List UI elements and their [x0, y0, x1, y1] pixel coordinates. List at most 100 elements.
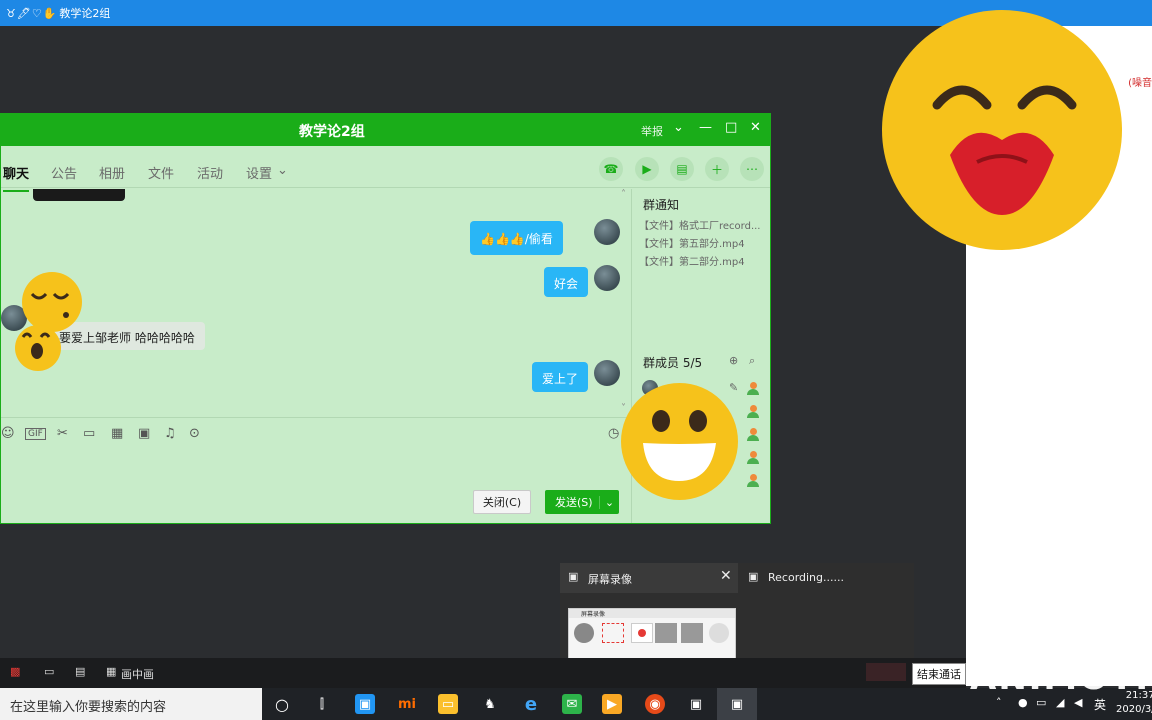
preview-header — [560, 563, 738, 593]
tab-settings[interactable]: 设置 — [246, 163, 272, 182]
task-view-icon[interactable]: ⫿ — [312, 694, 332, 714]
message-bubble[interactable]: 好会 — [544, 267, 589, 297]
grin-emoji — [621, 383, 738, 500]
file-explorer-icon[interactable]: ▭ — [438, 694, 458, 714]
gif-icon[interactable]: GIF — [25, 428, 46, 440]
add-app-icon[interactable]: ＋ — [705, 157, 729, 181]
settings-chevron-icon[interactable]: ⌄ — [277, 163, 288, 178]
doc-icon[interactable]: ▦ — [111, 426, 123, 441]
kiss-emoji — [882, 10, 1122, 250]
tab-album[interactable]: 相册 — [99, 163, 125, 182]
avatar[interactable] — [594, 265, 620, 291]
active-taskbar-item[interactable]: ▣ — [717, 688, 757, 720]
chat-title: 教学论2组 — [299, 124, 365, 140]
camera-off-icon[interactable]: ▩ — [10, 665, 20, 678]
member-icon[interactable] — [746, 451, 760, 465]
recording-status: Recording...... — [768, 571, 844, 584]
tab-announcement[interactable]: 公告 — [51, 163, 77, 182]
maximize-icon[interactable]: □ — [725, 120, 737, 135]
yawn-emoji — [15, 325, 61, 371]
chevron-down-icon[interactable]: ⌄ — [673, 120, 684, 135]
member-icon[interactable] — [746, 474, 760, 488]
close-icon[interactable]: ✕ — [720, 568, 732, 584]
search-input[interactable]: 在这里输入你要搜索的内容 — [0, 688, 262, 720]
avatar[interactable] — [594, 219, 620, 245]
noise-label: (噪音 — [1128, 78, 1152, 89]
folder-icon[interactable]: ▭ — [83, 426, 95, 441]
recorder-icon: ▣ — [568, 570, 579, 583]
edge-icon[interactable]: e — [521, 694, 541, 715]
webcam-icon — [574, 623, 594, 643]
call-control-bar: ▩ ▭ ▤ ▦ 画中画 结束通话 — [0, 658, 966, 688]
end-call-button[interactable]: 结束通话 — [912, 663, 966, 685]
ime-indicator[interactable]: 英 — [1094, 696, 1106, 713]
chat-title-bar: 教学论2组 举报 ⌄ — □ ✕ — [1, 114, 770, 146]
image-icon[interactable]: ▣ — [138, 426, 150, 441]
pause-icon — [655, 623, 677, 643]
bell-icon[interactable]: ♫ — [164, 426, 176, 441]
more-icon[interactable]: ⋯ — [740, 157, 764, 181]
notice-title: 群通知 — [643, 198, 680, 212]
chat-tabs: 聊天 公告 相册 文件 活动 设置 ⌄ ☎ ▶ ▤ ＋ ⋯ — [1, 146, 770, 192]
video-call-icon[interactable]: ▶ — [635, 157, 659, 181]
tab-chat[interactable]: 聊天 — [3, 163, 30, 192]
report-link[interactable]: 举报 — [641, 123, 663, 139]
mute-button[interactable] — [866, 663, 906, 681]
pip-icon[interactable]: ▦ — [106, 665, 116, 678]
window-title: 教学论2组 — [59, 7, 111, 20]
browser-icon[interactable]: ◉ — [645, 694, 665, 714]
send-label: 发送(S) — [555, 496, 593, 509]
chevron-down-icon[interactable]: ⌄ — [599, 495, 619, 509]
recorder-title: 屏幕录像 — [588, 573, 632, 586]
member-icon[interactable] — [746, 428, 760, 442]
notice-item[interactable]: 【文件】格式工厂record... — [639, 217, 760, 232]
pip-label[interactable]: 画中画 — [121, 666, 154, 682]
recorder-icon: ▣ — [748, 570, 759, 583]
screen-share-icon[interactable]: ▤ — [670, 157, 694, 181]
mi-icon[interactable]: mi — [397, 694, 417, 714]
screen-share-icon[interactable]: ▭ — [44, 665, 54, 678]
minimize-icon[interactable]: — — [699, 120, 712, 135]
message-list: ˄ 👍👍👍/偷看 好会 要爱上邹老师 哈哈哈哈哈 爱上了 ˅ — [1, 189, 631, 417]
scroll-up-icon[interactable]: ˄ — [621, 189, 626, 200]
message-bubble[interactable]: 爱上了 — [532, 362, 589, 392]
notice-item[interactable]: 【文件】第五部分.mp4 — [639, 235, 745, 250]
qq-icon[interactable]: ♞ — [480, 694, 500, 714]
date: 2020/3/ — [1116, 704, 1152, 715]
window-thumbnail[interactable]: 屏幕录像 — [568, 608, 736, 662]
settings-icon — [709, 623, 729, 643]
members-title: 群成员 5/5 — [643, 356, 703, 370]
voice-call-icon[interactable]: ☎ — [599, 157, 623, 181]
watermark-brand: ANIMOTIC — [970, 658, 1152, 698]
chat-icon[interactable]: ▤ — [75, 665, 85, 678]
notice-item[interactable]: 【文件】第二部分.mp4 — [639, 253, 745, 268]
thumb-title: 屏幕录像 — [569, 609, 735, 618]
member-icon[interactable] — [746, 405, 760, 419]
scissors-icon[interactable]: ✂ — [57, 426, 68, 441]
emoji-icon[interactable]: ☺ — [1, 426, 15, 441]
send-button[interactable]: 发送(S) ⌄ — [545, 490, 619, 514]
message-bubble[interactable]: 👍👍👍/偷看 — [470, 221, 563, 255]
close-icon[interactable]: ✕ — [750, 120, 761, 135]
member-icon[interactable] — [746, 382, 760, 396]
sleepy-emoji — [22, 272, 82, 332]
image-message[interactable] — [33, 189, 125, 201]
region-icon — [602, 623, 624, 643]
recorder-taskbar-icon[interactable]: ▣ — [686, 694, 706, 714]
avatar[interactable] — [594, 360, 620, 386]
more-tools-icon[interactable]: ⊙ — [189, 426, 200, 441]
history-icon[interactable]: ◷ — [608, 426, 619, 441]
video-player-icon[interactable]: ▶ — [602, 694, 622, 714]
stop-icon — [681, 623, 703, 643]
close-button[interactable]: 关闭(C) — [473, 490, 531, 514]
title-emoji-icons: ♉🖊♡✋ — [6, 6, 58, 20]
wechat-icon[interactable]: ✉ — [562, 694, 582, 714]
tab-files[interactable]: 文件 — [148, 163, 174, 182]
member-manage-icon[interactable]: ⊕ — [729, 354, 738, 367]
store-icon[interactable]: ▣ — [355, 694, 375, 714]
recorder-taskbar-icon: ▣ — [730, 696, 744, 712]
watermark-made: MADE — [1068, 632, 1143, 656]
search-icon[interactable]: ⌕ — [749, 354, 755, 368]
tab-activity[interactable]: 活动 — [197, 163, 223, 182]
cortana-icon[interactable]: ○ — [272, 694, 292, 714]
